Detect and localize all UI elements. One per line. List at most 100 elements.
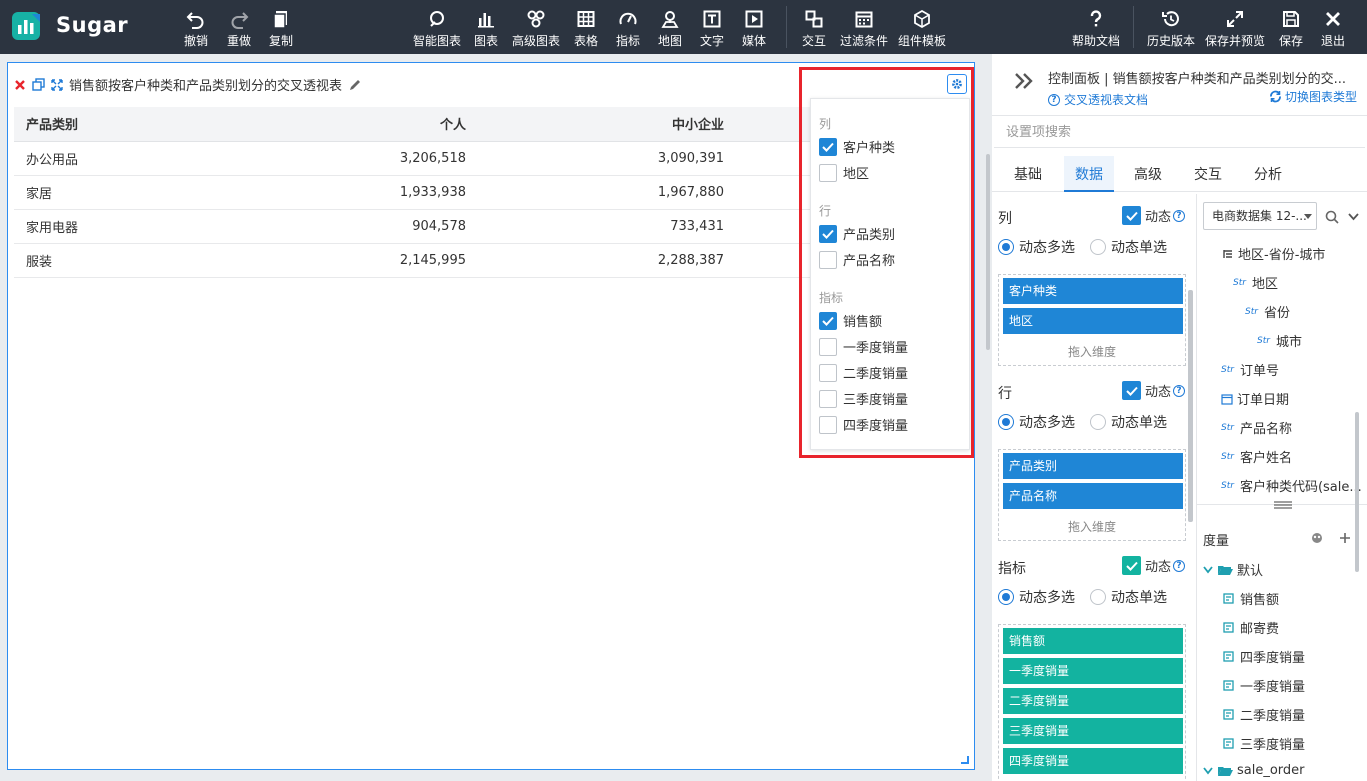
drag-handle-icon[interactable] <box>1273 501 1293 509</box>
header-individual[interactable]: 个人 <box>216 107 474 142</box>
save-button[interactable]: 保存 <box>1279 9 1303 51</box>
metric-button[interactable]: 指标 <box>616 9 640 51</box>
pivot-doc-link[interactable]: ? 交叉透视表文档 <box>1048 91 1148 108</box>
chip-product-name[interactable]: 产品名称 <box>1003 483 1183 509</box>
delete-icon[interactable] <box>14 79 26 91</box>
header-sme[interactable]: 中小企业 <box>474 107 732 142</box>
chip-q2-sales[interactable]: 二季度销量 <box>1003 688 1183 714</box>
chip-region[interactable]: 地区 <box>1003 308 1183 334</box>
history-button[interactable]: 历史版本 <box>1147 9 1195 51</box>
column-multi-select-radio[interactable]: 动态多选 <box>998 237 1075 257</box>
canvas-scrollbar-thumb[interactable] <box>986 154 990 350</box>
exit-button[interactable]: 退出 <box>1321 9 1345 51</box>
column-dimension-dropzone[interactable]: 客户种类 地区 拖入维度 <box>998 274 1186 366</box>
filter-button[interactable]: 过滤条件 <box>840 9 888 51</box>
tab-data[interactable]: 数据 <box>1064 156 1114 192</box>
column-dynamic-toggle[interactable]: 动态? <box>1122 206 1186 225</box>
component-template-button[interactable]: 组件模板 <box>898 9 946 51</box>
field-list-splitter[interactable] <box>1197 501 1367 514</box>
row-dimension-dropzone[interactable]: 产品类别 产品名称 拖入维度 <box>998 449 1186 541</box>
chip-q4-sales[interactable]: 四季度销量 <box>1003 748 1183 774</box>
field-hierarchy-region[interactable]: 地区-省份-城市 <box>1223 244 1325 263</box>
duplicate-icon[interactable] <box>32 78 45 91</box>
tab-basic[interactable]: 基础 <box>1002 156 1054 192</box>
media-button[interactable]: 媒体 <box>742 9 766 51</box>
save-preview-button[interactable]: 保存并预览 <box>1205 9 1265 51</box>
collapse-panel-icon[interactable] <box>1014 72 1034 93</box>
field-list-scrollbar[interactable] <box>1355 412 1359 572</box>
chip-q3-sales[interactable]: 三季度销量 <box>1003 718 1183 744</box>
measure-sales[interactable]: 销售额 <box>1223 589 1279 608</box>
measure-icon <box>1223 709 1234 720</box>
smart-chart-button[interactable]: 智能图表 <box>413 9 461 51</box>
measure-q4-sales[interactable]: 四季度销量 <box>1223 647 1305 666</box>
chip-product-category[interactable]: 产品类别 <box>1003 453 1183 479</box>
measure-group-sale-order[interactable]: sale_order <box>1203 763 1305 778</box>
expand-icon <box>1227 11 1243 27</box>
metric-dropzone[interactable]: 销售额 一季度销量 二季度销量 三季度销量 四季度销量 <box>998 624 1186 781</box>
row-single-select-radio[interactable]: 动态单选 <box>1090 412 1167 432</box>
settings-search-input[interactable]: 设置项搜索 <box>994 118 1365 148</box>
field-order-date[interactable]: 订单日期 <box>1221 389 1289 408</box>
checkbox-checked-icon[interactable] <box>1122 381 1141 400</box>
measure-q3-sales[interactable]: 三季度销量 <box>1223 734 1305 753</box>
chip-sales[interactable]: 销售额 <box>1003 628 1183 654</box>
canvas-scrollbar[interactable] <box>984 54 992 781</box>
field-region[interactable]: Str 地区 <box>1233 273 1278 292</box>
measure-settings-icon[interactable] <box>1311 532 1323 544</box>
help-circle-icon: ? <box>1048 93 1060 106</box>
advanced-chart-button[interactable]: 高级图表 <box>512 9 560 51</box>
tab-analysis[interactable]: 分析 <box>1244 156 1292 192</box>
metric-multi-select-radio[interactable]: 动态多选 <box>998 587 1075 607</box>
close-icon <box>1326 12 1340 26</box>
measure-q2-sales[interactable]: 二季度销量 <box>1223 705 1305 724</box>
checkbox-checked-icon[interactable] <box>1122 556 1141 575</box>
measure-icon <box>1223 593 1234 604</box>
field-customer-type-code[interactable]: Str 客户种类代码(sale... <box>1221 476 1362 495</box>
edit-title-icon[interactable] <box>348 78 362 92</box>
table-button[interactable]: 表格 <box>574 9 598 51</box>
undo-button[interactable]: 撤销 <box>184 9 208 51</box>
field-customer-name[interactable]: Str 客户姓名 <box>1221 447 1292 466</box>
tab-interaction[interactable]: 交互 <box>1184 156 1232 192</box>
help-circle-icon[interactable]: ? <box>1173 559 1186 572</box>
search-icon[interactable] <box>1325 210 1339 224</box>
field-province[interactable]: Str 省份 <box>1245 302 1290 321</box>
help-circle-icon[interactable]: ? <box>1173 384 1186 397</box>
row-multi-select-radio[interactable]: 动态多选 <box>998 412 1075 432</box>
table-cell: 1,967,880 <box>474 175 732 210</box>
field-product-name[interactable]: Str 产品名称 <box>1221 418 1292 437</box>
date-type-icon <box>1221 393 1233 405</box>
checkbox-checked-icon[interactable] <box>1122 206 1141 225</box>
header-product-category[interactable]: 产品类别 <box>14 107 216 142</box>
interaction-button[interactable]: 交互 <box>802 9 826 51</box>
chip-q1-sales[interactable]: 一季度销量 <box>1003 658 1183 684</box>
help-circle-icon[interactable]: ? <box>1173 209 1186 222</box>
measure-group-default[interactable]: 默认 <box>1203 560 1263 579</box>
metric-dynamic-toggle[interactable]: 动态? <box>1122 556 1186 575</box>
add-measure-icon[interactable] <box>1339 532 1351 544</box>
field-city[interactable]: Str 城市 <box>1257 331 1302 350</box>
measure-shipping-fee[interactable]: 邮寄费 <box>1223 618 1279 637</box>
measure-q1-sales[interactable]: 一季度销量 <box>1223 676 1305 695</box>
row-dynamic-toggle[interactable]: 动态? <box>1122 381 1186 400</box>
text-button[interactable]: 文字 <box>700 9 724 51</box>
expand-chevron-icon[interactable] <box>1348 213 1359 221</box>
help-docs-button[interactable]: 帮助文档 <box>1072 9 1120 51</box>
switch-chart-type-link[interactable]: 切换图表类型 <box>1269 88 1357 105</box>
fullscreen-icon[interactable] <box>51 78 63 91</box>
column-single-select-radio[interactable]: 动态单选 <box>1090 237 1167 257</box>
chip-customer-type[interactable]: 客户种类 <box>1003 278 1183 304</box>
chart-button[interactable]: 图表 <box>474 9 498 51</box>
dataset-select[interactable]: 电商数据集 12-... <box>1203 202 1317 230</box>
config-scrollbar[interactable] <box>1188 290 1193 522</box>
field-order-no[interactable]: Str 订单号 <box>1221 360 1279 379</box>
string-type-icon: Str <box>1245 306 1258 317</box>
map-button[interactable]: 地图 <box>658 9 682 51</box>
tab-advanced[interactable]: 高级 <box>1124 156 1172 192</box>
table-cell: 3,206,518 <box>216 141 474 176</box>
redo-button[interactable]: 重做 <box>227 9 251 51</box>
copy-button[interactable]: 复制 <box>269 9 293 51</box>
metric-single-select-radio[interactable]: 动态单选 <box>1090 587 1167 607</box>
resize-handle[interactable] <box>961 756 969 764</box>
